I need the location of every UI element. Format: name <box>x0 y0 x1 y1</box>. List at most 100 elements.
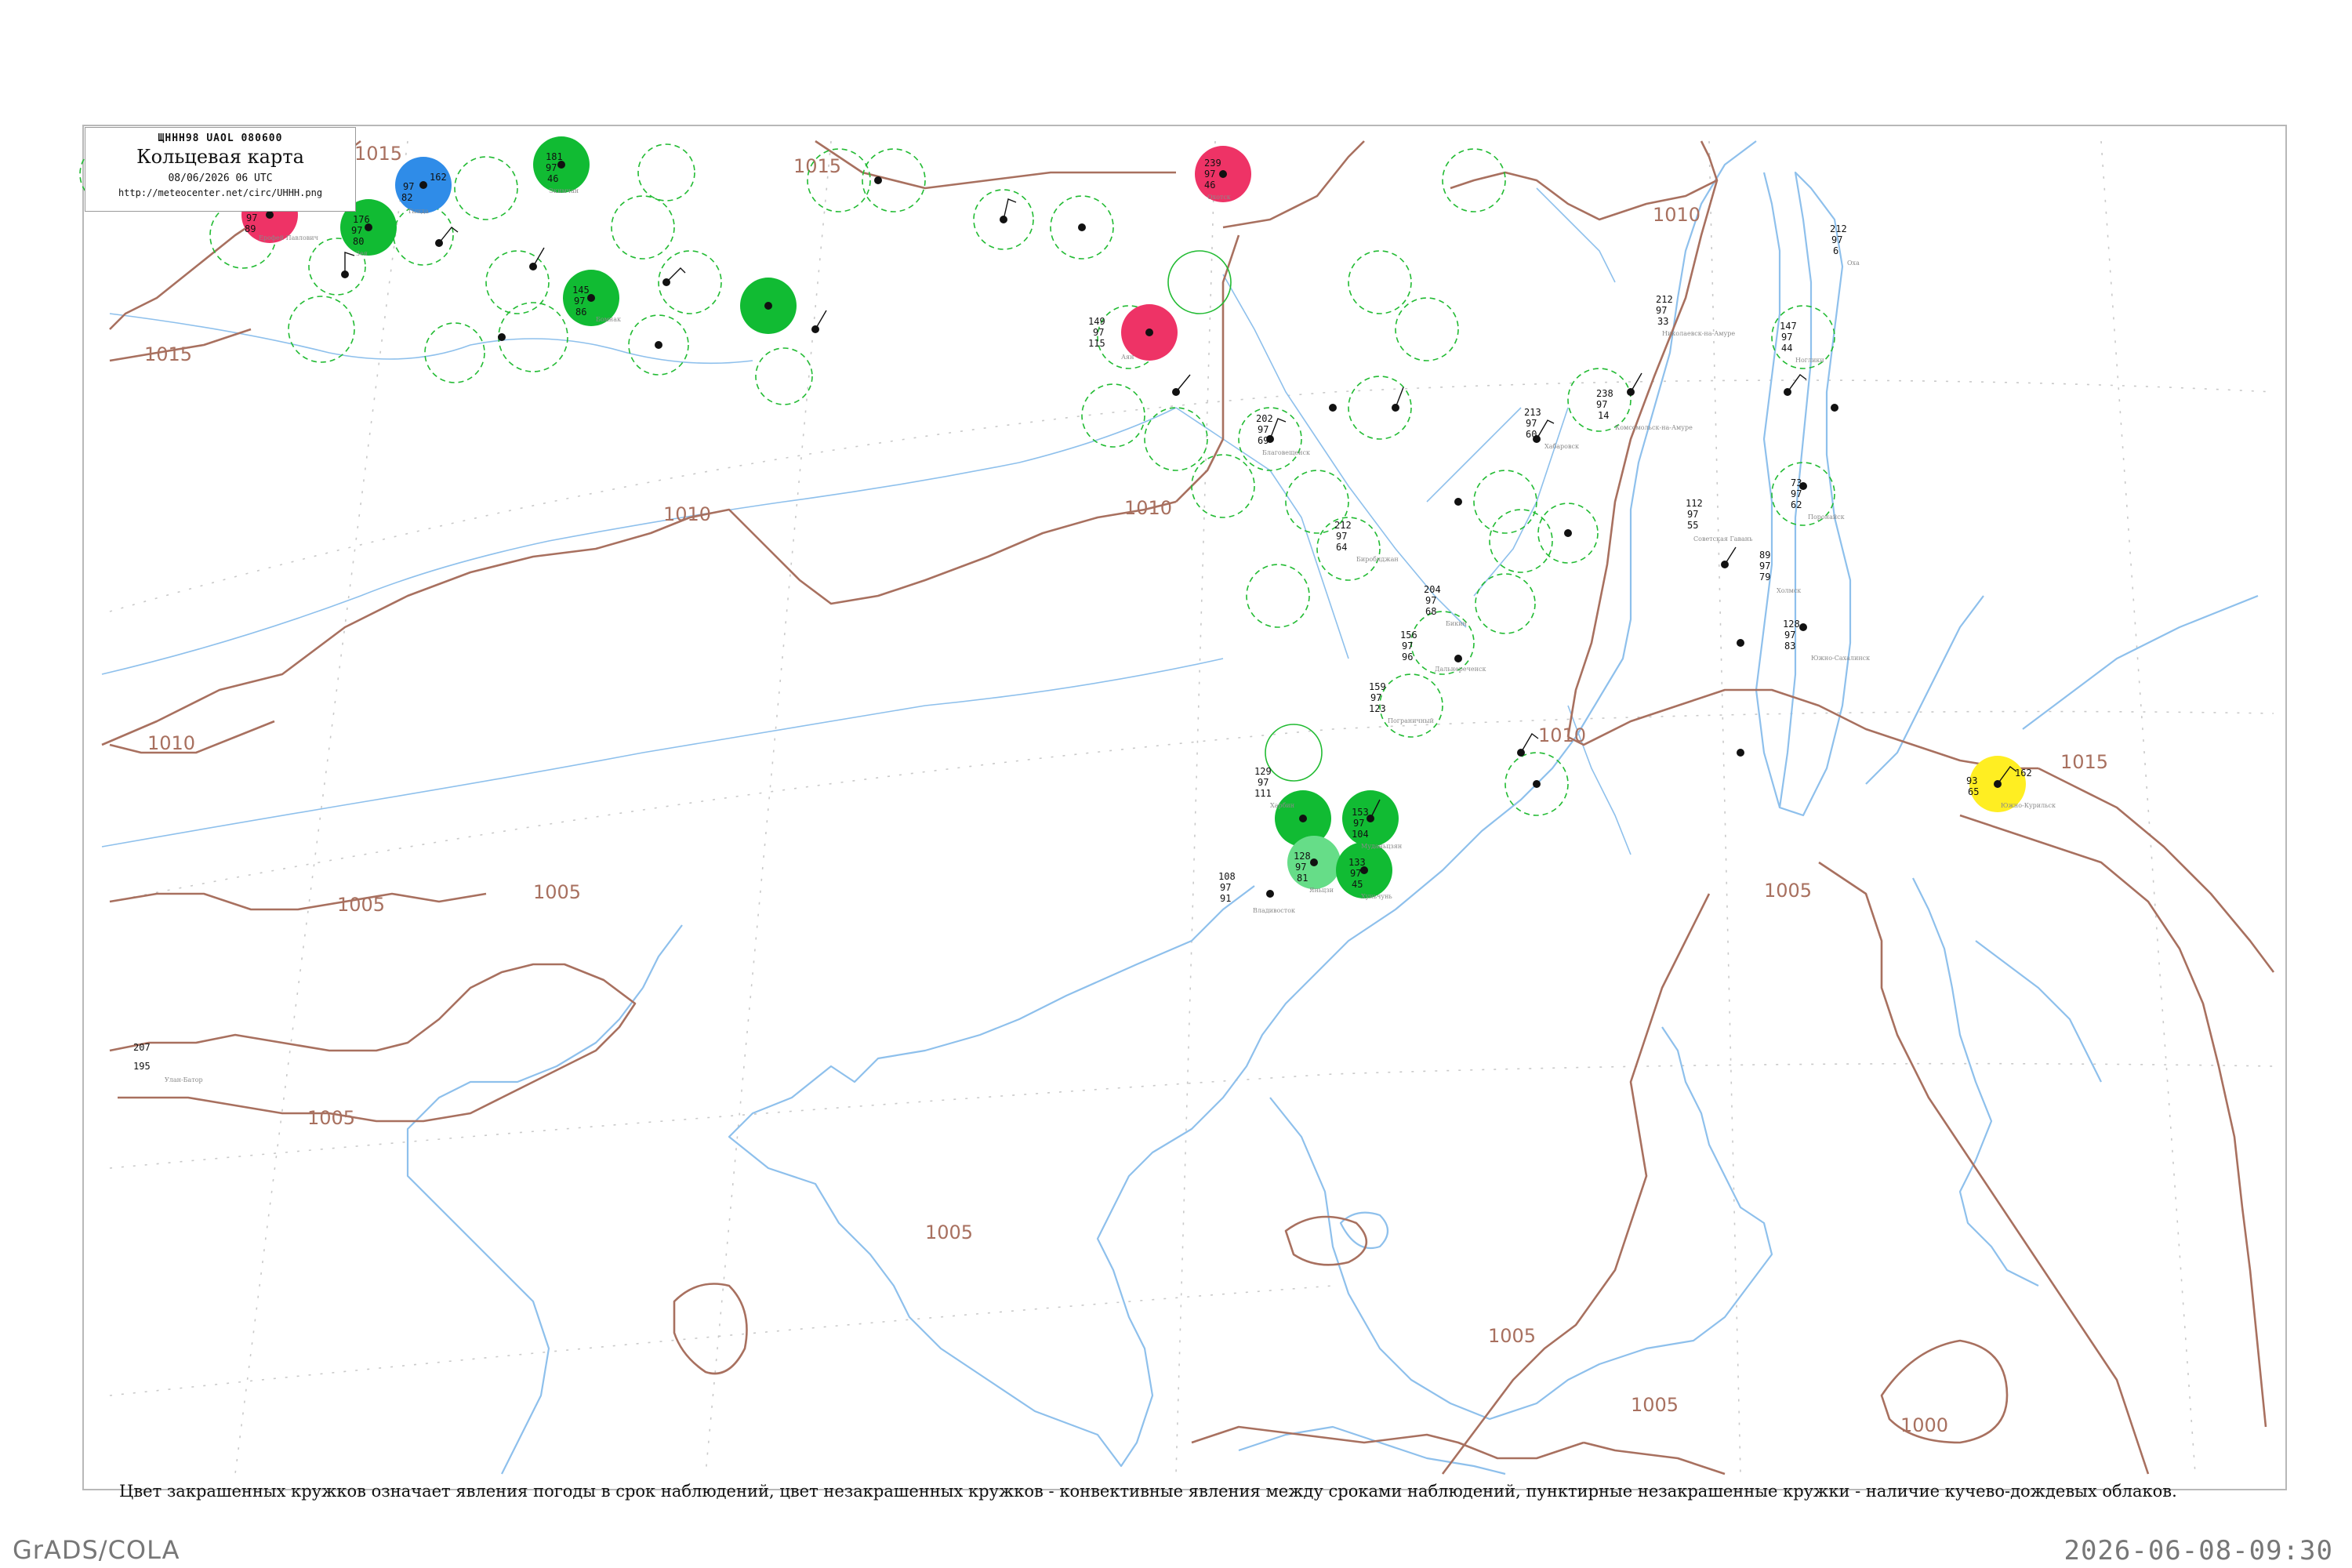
station-dewpoint: 60 <box>1526 429 1537 440</box>
station-dewpoint: 46 <box>547 173 558 184</box>
station-temperature: 97 <box>1759 561 1770 572</box>
station-temperature: 97 <box>1791 488 1802 499</box>
station-name: Советская Гавань <box>1693 535 1753 543</box>
station-name: Тында <box>408 208 429 215</box>
station-dewpoint: 33 <box>1657 316 1668 327</box>
station-name: Холмск <box>1777 587 1801 594</box>
station-temperature: 97 <box>1687 509 1698 520</box>
station-name: Муданьцзян <box>1361 843 1402 850</box>
station-dewpoint: 86 <box>575 307 586 318</box>
bulletin-code: ЩННН98 UAOL 080600 <box>158 132 283 144</box>
map-date: 08/06/2026 06 UTC <box>168 172 273 184</box>
station-temperature: 97 <box>1258 777 1269 788</box>
station-dewpoint: 91 <box>1220 893 1231 904</box>
station-temperature: 97 <box>1781 332 1792 343</box>
station-pressure: 89 <box>1759 550 1770 561</box>
station-pressure: 212 <box>1656 294 1673 305</box>
station-dewpoint: 89 <box>245 223 256 234</box>
station-dewpoint: 6 <box>1833 245 1838 256</box>
station-pressure: 128 <box>1783 619 1800 630</box>
isobar-label: 1015 <box>2060 751 2108 773</box>
station-name: Бикин <box>1446 620 1467 627</box>
station-temperature: 97 <box>1526 418 1537 429</box>
station-dewpoint: 115 <box>1088 338 1105 349</box>
station-name: Ерофей Павлович <box>259 234 318 241</box>
station-dewpoint: 123 <box>1369 703 1386 714</box>
station-temperature: 97 <box>1220 882 1231 893</box>
isobar-label: 1010 <box>147 732 195 754</box>
station-pressure: 212 <box>1830 223 1847 234</box>
station-pressure: 159 <box>1369 681 1386 692</box>
isobar-label: 1010 <box>1653 204 1700 226</box>
station-name: Хабаровск <box>1544 443 1579 450</box>
station-dewpoint: 44 <box>1781 343 1792 354</box>
station-pressure: 153 <box>1352 807 1369 818</box>
station-dewpoint: 82 <box>401 192 412 203</box>
station-pressure: 213 <box>1524 407 1541 418</box>
station-temperature: 97 <box>1258 424 1269 435</box>
weather-map: 1015 1015 1015 1015 1010 1010 1010 1010 … <box>0 0 2352 1568</box>
station-temperature: 97 <box>1656 305 1667 316</box>
station-pressure: 147 <box>1780 321 1797 332</box>
station-pressure: 176 <box>353 214 370 225</box>
station-name: Улан-Батор <box>165 1076 203 1083</box>
station-temperature: 93 <box>1966 775 1977 786</box>
isobar-label: 1000 <box>1900 1414 1948 1436</box>
station-temperature: 97 <box>403 181 414 192</box>
station-pressure: 145 <box>572 285 590 296</box>
station-temperature: 97 <box>1350 868 1361 879</box>
station-temperature: 97 <box>574 296 585 307</box>
station-pressure: 162 <box>430 172 447 183</box>
station-name: Дальнереченск <box>1435 666 1486 673</box>
station-temperature: 97 <box>246 212 257 223</box>
station-temperature: 97 <box>1402 641 1413 652</box>
station-name: Пограничный <box>1388 717 1434 724</box>
station-temperature: 97 <box>1336 531 1347 542</box>
station-name: Харбин <box>1270 802 1294 809</box>
station-dewpoint: 79 <box>1759 572 1770 583</box>
station-temperature: 97 <box>1353 818 1364 829</box>
station-dewpoint: 69 <box>1258 435 1269 446</box>
station-dewpoint: 111 <box>1254 788 1272 799</box>
station-temperature: 97 <box>351 225 362 236</box>
isobar-label: 1005 <box>307 1107 355 1129</box>
station-dewpoint: 55 <box>1687 520 1698 531</box>
station-temperature: 97 <box>1295 862 1306 873</box>
isobar-label: 1010 <box>1538 724 1586 746</box>
station-pressure: 239 <box>1204 158 1221 169</box>
station-pressure: 108 <box>1218 871 1236 882</box>
station-dewpoint: 80 <box>353 236 364 247</box>
station-temperature: 97 <box>1831 234 1842 245</box>
station-name: Экимчан <box>549 187 579 194</box>
isobar-label: 1005 <box>1764 880 1812 902</box>
station-pressure: 133 <box>1348 857 1366 868</box>
station-dewpoint: 96 <box>1402 652 1413 662</box>
station-name: Южно-Курильск <box>2001 802 2056 809</box>
station-pressure: 129 <box>1254 766 1272 777</box>
station-name: Бомнак <box>596 316 621 323</box>
station-pressure: 204 <box>1424 584 1441 595</box>
isobar-label: 1005 <box>1488 1325 1536 1347</box>
source-url[interactable]: http://meteocenter.net/circ/UHHH.png <box>85 187 355 198</box>
map-title: Кольцевая карта <box>136 146 304 168</box>
station-pressure: 149 <box>1088 316 1105 327</box>
isobar-label: 1005 <box>1631 1394 1679 1416</box>
station-temperature: 97 <box>546 162 557 173</box>
station-name: Николаевск-на-Амуре <box>1662 330 1735 337</box>
station-temperature: 97 <box>1370 692 1381 703</box>
station-pressure: 112 <box>1686 498 1703 509</box>
legend-caption: Цвет закрашенных кружков означает явлени… <box>119 1482 2177 1501</box>
isobar-label: 1015 <box>354 143 402 165</box>
station-name: Южно-Сахалинск <box>1811 655 1870 662</box>
station-dewpoint: 104 <box>1352 829 1369 840</box>
station-name: Яньцзи <box>1309 887 1334 894</box>
station-dewpoint: 81 <box>1297 873 1308 884</box>
station-dewpoint: 64 <box>1336 542 1347 553</box>
isobar-label: 1010 <box>663 503 711 525</box>
station-name: Ноглики <box>1795 357 1824 364</box>
station-pressure: 128 <box>1294 851 1311 862</box>
station-temperature: 97 <box>1093 327 1104 338</box>
station-pressure: 181 <box>546 151 563 162</box>
station-pressure: 73 <box>1791 477 1802 488</box>
station-pressure: 212 <box>1334 520 1352 531</box>
